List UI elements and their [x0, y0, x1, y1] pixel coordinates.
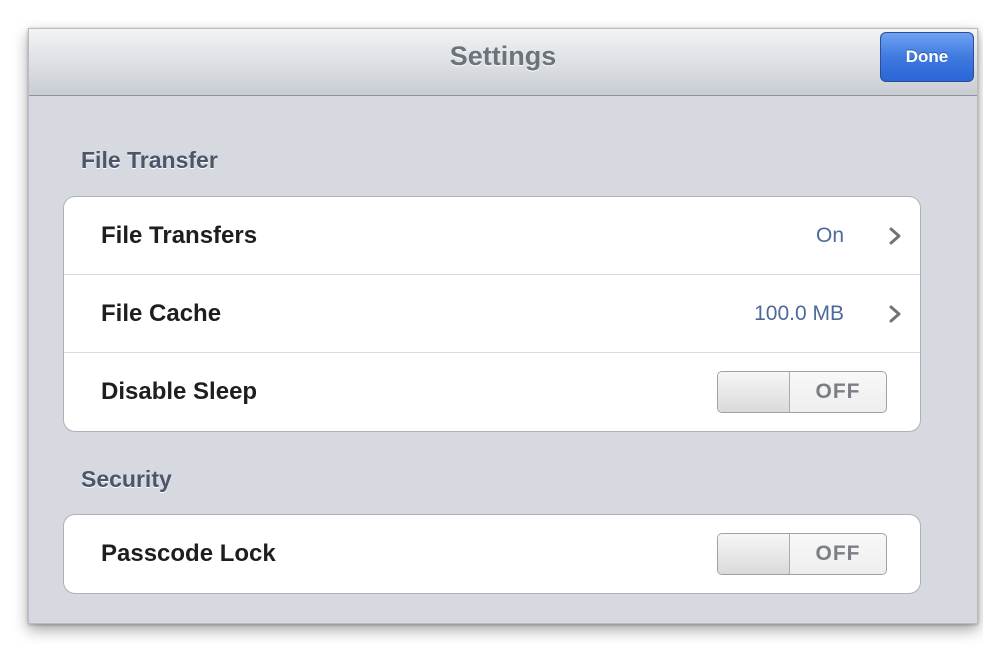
settings-popover: Settings Done File Transfer File Transfe…: [28, 28, 978, 624]
row-passcode-lock: Passcode Lock OFF: [64, 515, 920, 593]
row-label: File Cache: [101, 300, 222, 327]
file-transfer-group: File Transfers On File Cache 100.0 MB Di…: [63, 196, 921, 432]
page-title: Settings: [449, 41, 557, 71]
row-file-transfers[interactable]: File Transfers On: [64, 197, 920, 275]
security-group: Passcode Lock OFF: [63, 514, 921, 594]
row-value: On: [815, 224, 844, 247]
section-header-file-transfer: File Transfer: [81, 147, 218, 173]
row-value: 100.0 MB: [754, 302, 844, 325]
chevron-right-icon: [889, 227, 901, 245]
toggle-knob: [718, 534, 790, 574]
row-label: File Transfers: [101, 222, 258, 249]
chevron-right-icon: [889, 305, 901, 323]
row-label: Disable Sleep: [101, 378, 258, 405]
row-label: Passcode Lock: [101, 540, 276, 567]
toggle-state: OFF: [815, 380, 861, 403]
row-file-cache[interactable]: File Cache 100.0 MB: [64, 275, 920, 353]
toggle-state: OFF: [815, 542, 861, 565]
navigation-bar: Settings Done: [29, 29, 977, 96]
disable-sleep-toggle[interactable]: OFF: [717, 371, 887, 413]
done-button[interactable]: Done: [880, 32, 974, 82]
toggle-knob: [718, 372, 790, 412]
section-header-security: Security: [81, 466, 172, 492]
row-disable-sleep: Disable Sleep OFF: [64, 353, 920, 431]
passcode-lock-toggle[interactable]: OFF: [717, 533, 887, 575]
